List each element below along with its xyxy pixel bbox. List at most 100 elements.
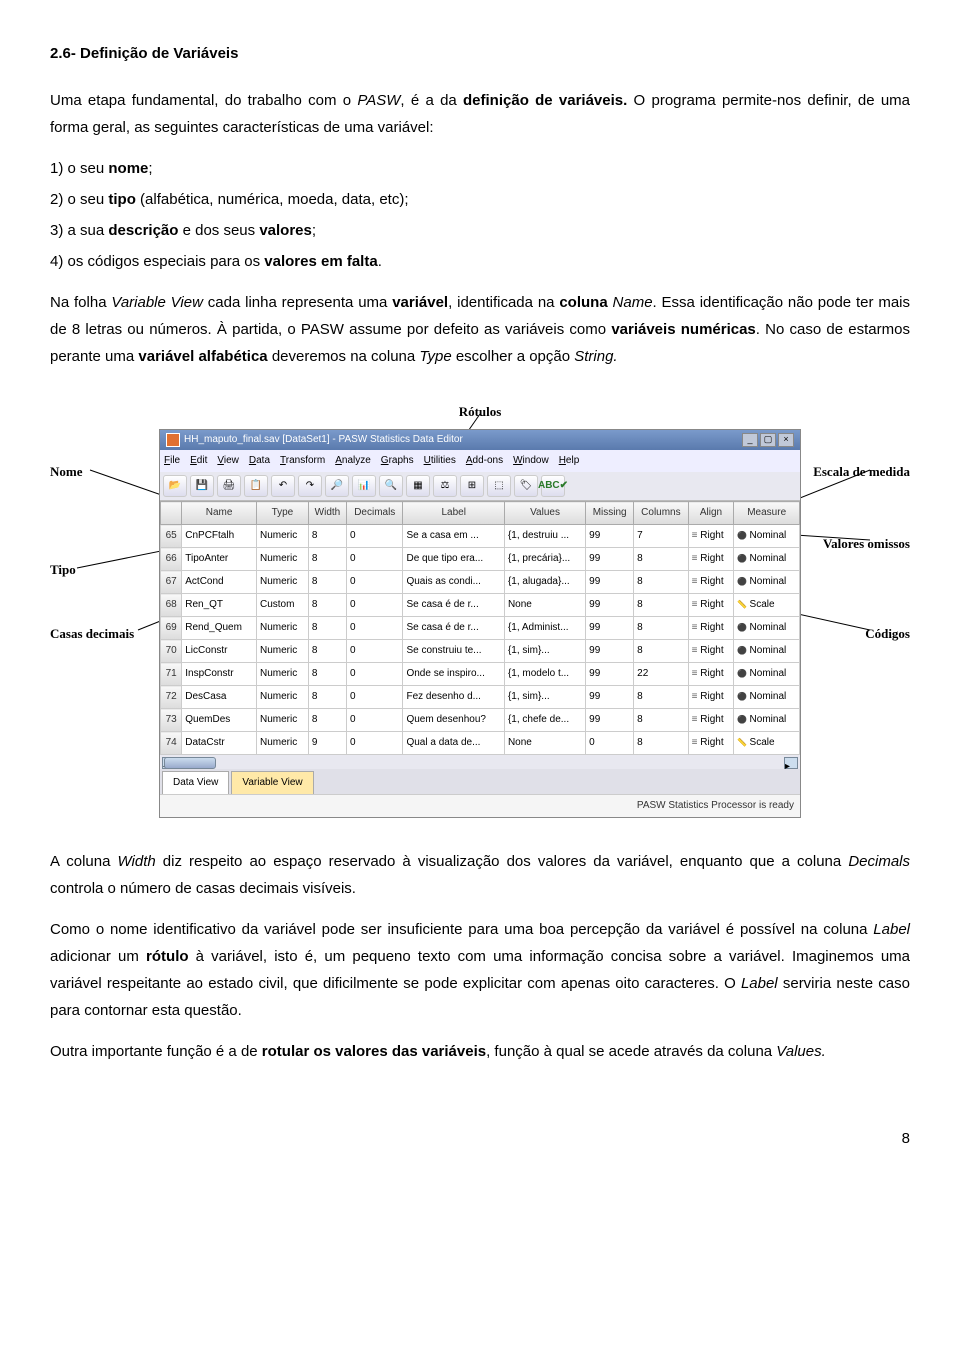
find-icon[interactable]: 🔍 [379,475,403,497]
recall-icon[interactable]: 📋 [244,475,268,497]
cell-missing[interactable]: 99 [586,686,634,709]
cell-align[interactable]: Right [688,663,734,686]
cell-missing[interactable]: 99 [586,640,634,663]
table-row[interactable]: 74DataCstrNumeric90Qual a data de...None… [161,732,800,755]
col-measure[interactable]: Measure [734,502,800,525]
cell-name[interactable]: LicConstr [182,640,257,663]
menu-help[interactable]: Help [559,452,580,470]
row-number[interactable]: 65 [161,525,182,548]
cell-columns[interactable]: 8 [634,617,689,640]
row-number[interactable]: 69 [161,617,182,640]
cell-name[interactable]: DesCasa [182,686,257,709]
menu-graphs[interactable]: Graphs [381,452,414,470]
col-missing[interactable]: Missing [586,502,634,525]
row-number[interactable]: 70 [161,640,182,663]
cell-values[interactable]: None [504,594,585,617]
save-icon[interactable]: 💾 [190,475,214,497]
cell-align[interactable]: Right [688,525,734,548]
cell-columns[interactable]: 8 [634,686,689,709]
cell-measure[interactable]: Nominal [734,548,800,571]
cell-measure[interactable]: Scale [734,594,800,617]
cell-missing[interactable]: 99 [586,594,634,617]
row-number[interactable]: 73 [161,709,182,732]
col-rownum[interactable] [161,502,182,525]
cell-label[interactable]: Quem desenhou? [403,709,504,732]
row-number[interactable]: 66 [161,548,182,571]
cell-values[interactable]: {1, sim}... [504,686,585,709]
select-icon[interactable]: ⬚ [487,475,511,497]
maximize-button[interactable]: ▢ [760,433,776,447]
scroll-thumb[interactable] [164,757,216,769]
cell-width[interactable]: 8 [308,617,346,640]
cell-align[interactable]: Right [688,594,734,617]
col-align[interactable]: Align [688,502,734,525]
menu-transform[interactable]: Transform [280,452,325,470]
cell-decimals[interactable]: 0 [347,732,403,755]
row-number[interactable]: 72 [161,686,182,709]
cell-decimals[interactable]: 0 [347,571,403,594]
table-row[interactable]: 70LicConstrNumeric80Se construiu te...{1… [161,640,800,663]
row-number[interactable]: 74 [161,732,182,755]
cell-values[interactable]: None [504,732,585,755]
variables-icon[interactable]: 📊 [352,475,376,497]
cell-decimals[interactable]: 0 [347,686,403,709]
redo-icon[interactable]: ↷ [298,475,322,497]
cell-name[interactable]: ActCond [182,571,257,594]
menu-addons[interactable]: Add-ons [466,452,503,470]
cell-type[interactable]: Numeric [256,640,308,663]
cell-align[interactable]: Right [688,732,734,755]
menu-view[interactable]: View [217,452,239,470]
cell-values[interactable]: {1, chefe de... [504,709,585,732]
cell-type[interactable]: Numeric [256,732,308,755]
cell-values[interactable]: {1, precária}... [504,548,585,571]
spellcheck-icon[interactable]: ABC✔ [541,475,565,497]
cell-missing[interactable]: 99 [586,525,634,548]
table-row[interactable]: 71InspConstrNumeric80Onde se inspiro...{… [161,663,800,686]
cell-align[interactable]: Right [688,686,734,709]
tab-variable-view[interactable]: Variable View [231,771,313,794]
pasw-titlebar[interactable]: HH_maputo_final.sav [DataSet1] - PASW St… [160,430,800,450]
close-button[interactable]: × [778,433,794,447]
menu-file[interactable]: File [164,452,180,470]
cell-name[interactable]: CnPCFtalh [182,525,257,548]
cell-measure[interactable]: Nominal [734,663,800,686]
cell-name[interactable]: QuemDes [182,709,257,732]
cell-missing[interactable]: 99 [586,548,634,571]
insert-icon[interactable]: ▦ [406,475,430,497]
cell-label[interactable]: Onde se inspiro... [403,663,504,686]
cell-width[interactable]: 8 [308,571,346,594]
menu-data[interactable]: Data [249,452,270,470]
cell-label[interactable]: Se construiu te... [403,640,504,663]
table-row[interactable]: 65CnPCFtalhNumeric80Se a casa em ...{1, … [161,525,800,548]
table-row[interactable]: 69Rend_QuemNumeric80Se casa é de r...{1,… [161,617,800,640]
table-row[interactable]: 68Ren_QTCustom80Se casa é de r...None998… [161,594,800,617]
cell-decimals[interactable]: 0 [347,525,403,548]
cell-columns[interactable]: 8 [634,548,689,571]
table-row[interactable]: 66TipoAnterNumeric80De que tipo era...{1… [161,548,800,571]
cell-label[interactable]: Qual a data de... [403,732,504,755]
cell-label[interactable]: Se a casa em ... [403,525,504,548]
cell-decimals[interactable]: 0 [347,594,403,617]
cell-measure[interactable]: Nominal [734,571,800,594]
menu-utilities[interactable]: Utilities [424,452,456,470]
cell-columns[interactable]: 7 [634,525,689,548]
cell-missing[interactable]: 99 [586,617,634,640]
cell-measure[interactable]: Nominal [734,525,800,548]
cell-measure[interactable]: Nominal [734,640,800,663]
row-number[interactable]: 67 [161,571,182,594]
col-type[interactable]: Type [256,502,308,525]
cell-width[interactable]: 8 [308,709,346,732]
cell-values[interactable]: {1, alugada}... [504,571,585,594]
table-row[interactable]: 72DesCasaNumeric80Fez desenho d...{1, si… [161,686,800,709]
cell-name[interactable]: InspConstr [182,663,257,686]
col-values[interactable]: Values [504,502,585,525]
menu-analyze[interactable]: Analyze [335,452,371,470]
cell-decimals[interactable]: 0 [347,617,403,640]
horizontal-scrollbar[interactable]: ◂ ▸ [160,755,800,769]
cell-type[interactable]: Numeric [256,709,308,732]
cell-missing[interactable]: 0 [586,732,634,755]
col-decimals[interactable]: Decimals [347,502,403,525]
cell-align[interactable]: Right [688,571,734,594]
cell-name[interactable]: TipoAnter [182,548,257,571]
scroll-right-icon[interactable]: ▸ [784,757,798,769]
